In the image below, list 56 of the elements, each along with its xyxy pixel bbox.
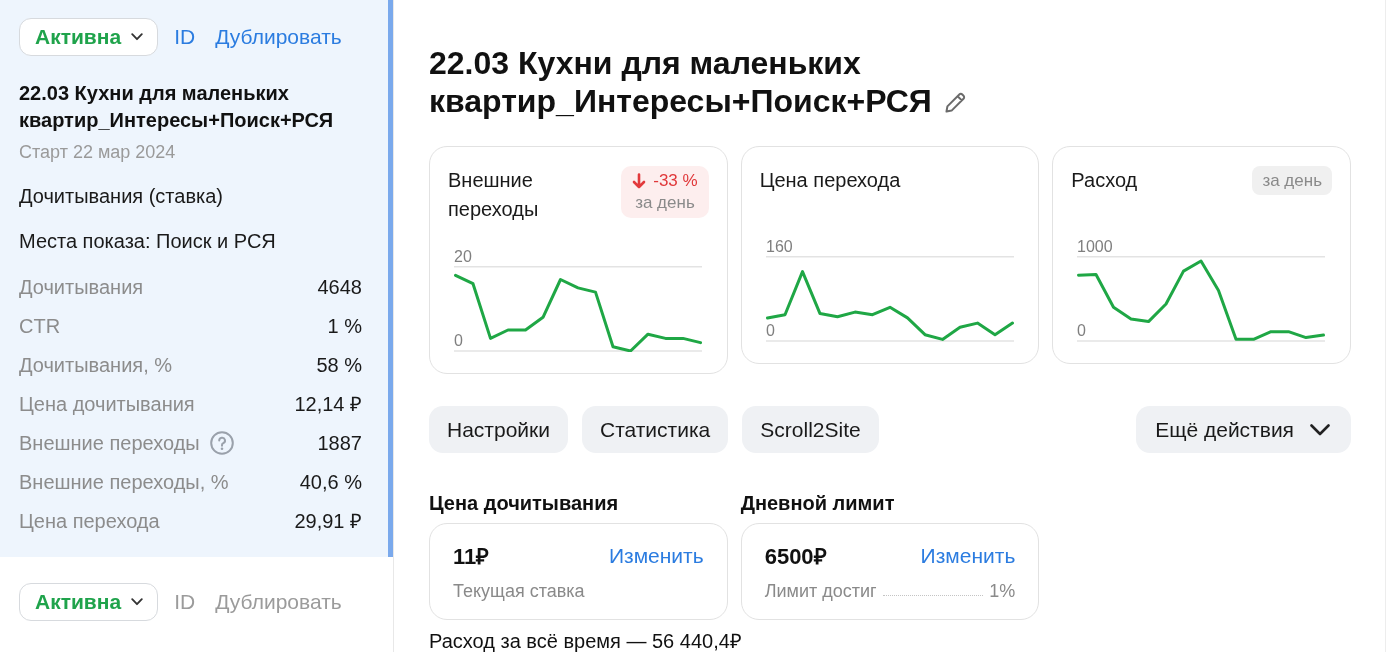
metric-value: 1887	[317, 430, 362, 456]
axis-tick-label: 0	[454, 332, 463, 349]
change-value: -33 %	[653, 170, 698, 192]
period-label: за день	[635, 192, 695, 214]
campaign-name: 22.03 Кухни для маленьких квартир_Интересы+Поиск+РСЯ	[19, 81, 335, 133]
section-heading: Дневной лимит	[740, 491, 896, 515]
duplicate-link[interactable]: Дублировать	[215, 586, 342, 618]
card-title: Внешние переходы	[448, 168, 540, 222]
metric-label: Дочитывания, %	[19, 352, 173, 378]
metric-value: 29,91 ₽	[294, 508, 362, 534]
metric-value: 4648	[317, 274, 362, 300]
metric-label: Цена перехода	[19, 508, 160, 534]
metric-value: 1 %	[327, 313, 362, 339]
id-link[interactable]: ID	[174, 586, 196, 618]
axis-tick-label: 160	[765, 240, 793, 255]
change-link[interactable]: Изменить	[920, 540, 1016, 572]
metric-label: CTR	[19, 313, 61, 339]
more-actions-dropdown[interactable]: Ещё действия	[1136, 406, 1351, 453]
placements-label: Места показа: Поиск и РСЯ	[19, 229, 277, 253]
axis-tick-label: 20	[454, 250, 472, 265]
axis-tick-label: 1000	[1077, 240, 1113, 255]
total-spend: Расход за всё время — 56 440,4₽	[429, 631, 743, 651]
setting-value: 6500₽	[764, 542, 827, 571]
metric-label: Внешние переходы, %	[19, 469, 229, 495]
id-link[interactable]: ID	[174, 21, 196, 53]
limit-percent: 1%	[989, 580, 1016, 602]
status-dropdown[interactable]: Активна	[19, 18, 159, 56]
section-heading: Цена дочитывания	[429, 491, 620, 515]
metric-label: Дочитывания	[19, 274, 144, 300]
metric-value: 40,6 %	[299, 469, 362, 495]
action-button[interactable]: Статистика	[582, 406, 729, 453]
card-title: Цена перехода	[759, 168, 901, 193]
metric-label: Внешние переходы	[19, 430, 200, 456]
strategy-label: Дочитывания (ставка)	[19, 184, 225, 208]
status-dropdown[interactable]: Активна	[19, 583, 159, 621]
change-link[interactable]: Изменить	[608, 540, 704, 572]
period-label: за день	[1252, 166, 1332, 195]
metric-label: Цена дочитывания	[19, 391, 195, 417]
pencil-icon[interactable]	[943, 90, 968, 114]
campaign-title: 22.03 Кухни для маленьких квартир_Интересы+Поиск+РСЯ	[429, 45, 932, 119]
duplicate-link[interactable]: Дублировать	[215, 21, 342, 53]
chevron-down-icon	[1310, 423, 1330, 436]
chevron-down-icon	[131, 33, 144, 41]
setting-value: 11₽	[453, 542, 490, 571]
campaign-list-item[interactable]	[0, 0, 393, 557]
axis-tick-label: 0	[1077, 322, 1087, 339]
action-button[interactable]: Настройки	[429, 406, 568, 453]
metric-value: 58 %	[316, 352, 362, 378]
card-title: Расход	[1071, 168, 1138, 193]
action-button[interactable]: Scroll2Site	[742, 406, 879, 453]
setting-caption: Текущая ставка	[453, 580, 585, 602]
chevron-down-icon	[131, 598, 144, 606]
metric-value: 12,14 ₽	[294, 391, 362, 417]
axis-tick-label: 0	[765, 322, 775, 339]
setting-caption: Лимит достиг	[764, 580, 877, 602]
start-date: Старт 22 мар 2024	[19, 141, 177, 163]
